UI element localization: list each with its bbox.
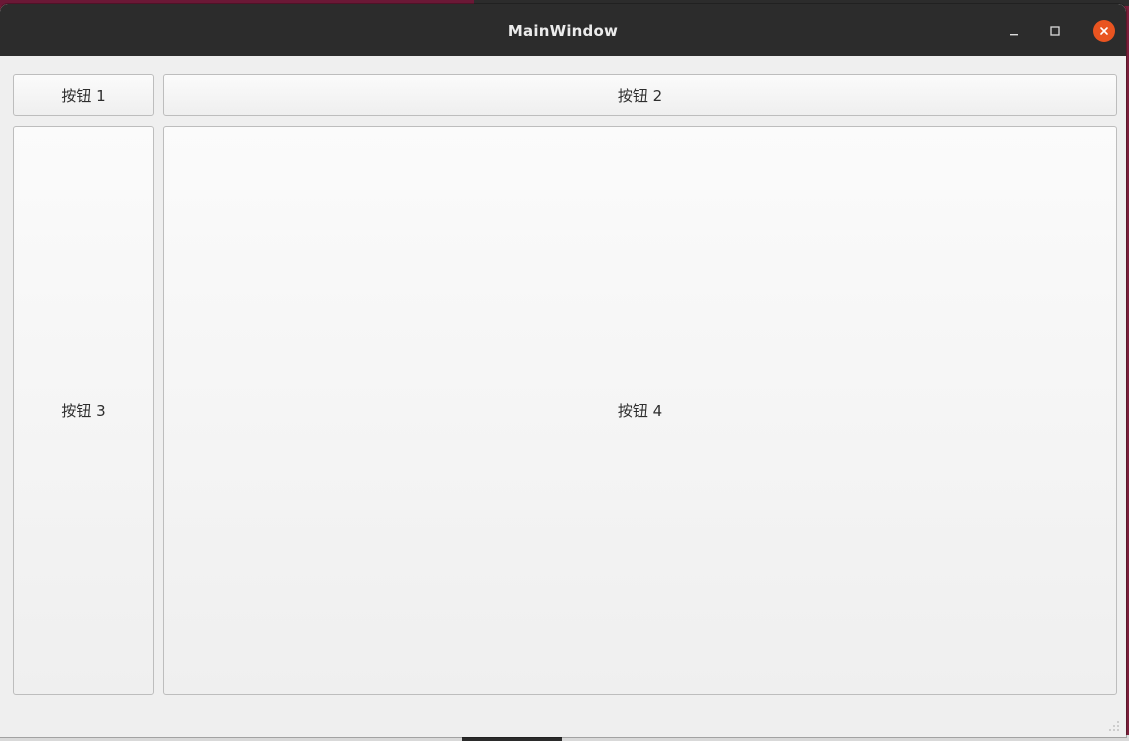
title-bar[interactable]: MainWindow <box>0 4 1126 56</box>
button-1-label: 按钮 1 <box>61 86 106 105</box>
close-button[interactable] <box>1092 19 1116 43</box>
button-3[interactable]: 按钮 3 <box>13 126 154 695</box>
button-3-label: 按钮 3 <box>61 402 106 420</box>
minimize-icon <box>1010 34 1018 36</box>
window-title: MainWindow <box>507 22 619 40</box>
maximize-button[interactable] <box>1043 19 1067 43</box>
central-widget: 按钮 1 按钮 2 按钮 3 按钮 4 <box>0 56 1126 737</box>
maximize-icon <box>1050 26 1060 36</box>
button-2-label: 按钮 2 <box>617 86 663 105</box>
button-4[interactable]: 按钮 4 <box>163 126 1117 695</box>
main-window: MainWindow 按钮 1 按钮 2 按钮 3 按钮 4 <box>0 4 1126 737</box>
close-button-circle <box>1093 20 1115 42</box>
button-4-label: 按钮 4 <box>617 402 663 420</box>
button-2[interactable]: 按钮 2 <box>163 74 1117 116</box>
button-1[interactable]: 按钮 1 <box>13 74 154 116</box>
resize-grip-icon[interactable] <box>1108 720 1120 732</box>
minimize-button[interactable] <box>1002 19 1026 43</box>
close-icon <box>1100 27 1108 35</box>
